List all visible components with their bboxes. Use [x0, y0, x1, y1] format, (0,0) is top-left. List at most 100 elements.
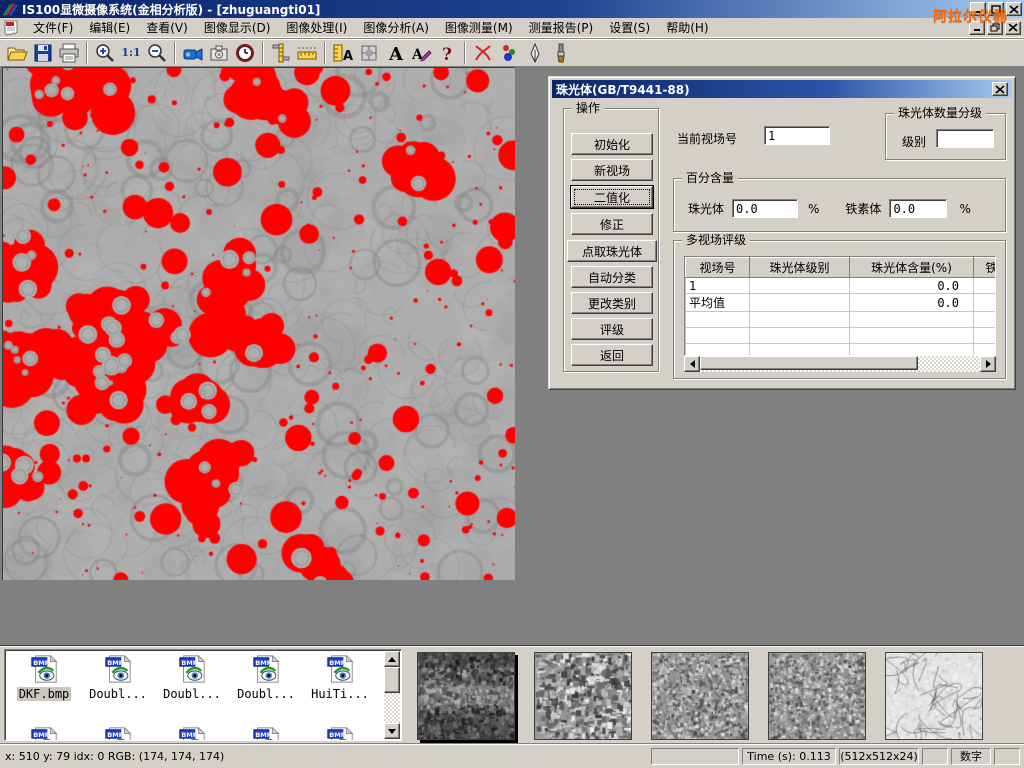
title-bar: IS100显微摄像系统(金相分析版) - [zhuguangti01] — [0, 0, 1024, 18]
correct-button[interactable]: 修正 — [571, 213, 653, 235]
file-item[interactable]: BMP Doubl... — [229, 652, 303, 724]
toolbar-separator — [464, 42, 466, 64]
print-icon[interactable] — [56, 41, 82, 65]
file-item[interactable]: BMP Doubl... — [81, 652, 155, 724]
dialog-body: 操作 初始化 新视场 二值化 修正 点取珠光体 自动分类 更改类别 评级 返回 … — [552, 99, 1012, 386]
scrollbar-thumb[interactable] — [384, 667, 400, 693]
menu-image-process[interactable]: 图像处理(I) — [278, 17, 355, 38]
file-item[interactable]: BMP DKF.bmp — [7, 652, 81, 724]
child-restore-button[interactable] — [987, 21, 1003, 35]
file-item[interactable]: BMP HuiTi... — [303, 652, 377, 724]
binarize-button[interactable]: 二值化 — [571, 186, 653, 208]
svg-text:BMP: BMP — [107, 659, 124, 667]
toolbar-separator — [86, 42, 88, 64]
minimize-button[interactable] — [970, 2, 986, 16]
grid-cross-icon[interactable] — [356, 41, 382, 65]
status-segment-empty — [651, 748, 739, 765]
app-icon — [2, 2, 18, 16]
menu-view[interactable]: 查看(V) — [138, 17, 196, 38]
pearlite-percent-input[interactable] — [732, 199, 798, 218]
clock-icon[interactable] — [232, 41, 258, 65]
actual-size-icon[interactable]: 1:1 — [118, 41, 144, 65]
menu-image-measure[interactable]: 图像测量(M) — [437, 17, 521, 38]
multifield-group: 多视场评级 视场号 珠光体级别 珠光体含量(%) 铁素体 10.0 平均值0.0 — [673, 240, 1006, 379]
scrollbar-thumb[interactable] — [700, 356, 918, 370]
help-icon[interactable]: ? — [434, 41, 460, 65]
preview-thumbnail-1[interactable] — [417, 652, 515, 740]
table-horizontal-scrollbar[interactable] — [684, 356, 996, 372]
svg-text:BMP: BMP — [33, 659, 50, 667]
ferrite-percent-input[interactable] — [889, 199, 947, 218]
brush-icon[interactable] — [548, 41, 574, 65]
grade-input[interactable] — [936, 129, 994, 148]
bmp-file-icon: BMP — [177, 654, 207, 684]
file-list-scrollbar[interactable] — [384, 651, 400, 739]
delete-cross-icon[interactable] — [470, 41, 496, 65]
preview-thumbnail-4[interactable] — [768, 652, 866, 740]
rating-table[interactable]: 视场号 珠光体级别 珠光体含量(%) 铁素体 10.0 平均值0.0 — [684, 256, 996, 356]
preview-thumbnail-2[interactable] — [534, 652, 632, 740]
pick-pearlite-button[interactable]: 点取珠光体 — [567, 240, 657, 262]
zoom-out-icon[interactable] — [144, 41, 170, 65]
classify-dots-icon[interactable] — [496, 41, 522, 65]
file-item-partial[interactable]: BMP — [7, 724, 81, 741]
table-row[interactable] — [686, 328, 997, 344]
dialog-title-bar[interactable]: 珠光体(GB/T9441-88) — [552, 80, 1012, 98]
menu-help[interactable]: 帮助(H) — [658, 17, 716, 38]
return-button[interactable]: 返回 — [571, 344, 653, 366]
init-button[interactable]: 初始化 — [571, 133, 653, 155]
document-icon[interactable] — [3, 20, 19, 36]
video-camera-icon[interactable] — [180, 41, 206, 65]
preview-thumbnail-5[interactable] — [885, 652, 983, 740]
table-row[interactable]: 10.0 — [686, 278, 997, 294]
preview-thumbnail-3[interactable] — [651, 652, 749, 740]
toolbar-separator — [174, 42, 176, 64]
menu-settings[interactable]: 设置(S) — [601, 17, 658, 38]
zoom-in-icon[interactable] — [92, 41, 118, 65]
child-close-button[interactable] — [1005, 21, 1021, 35]
maximize-button[interactable] — [988, 2, 1004, 16]
menu-image-display[interactable]: 图像显示(D) — [196, 17, 279, 38]
pen-icon[interactable] — [522, 41, 548, 65]
scroll-down-button[interactable] — [384, 723, 400, 739]
save-icon[interactable] — [30, 41, 56, 65]
file-item[interactable]: BMP Doubl... — [155, 652, 229, 724]
text-a-icon[interactable]: A — [382, 41, 408, 65]
photo-camera-icon[interactable] — [206, 41, 232, 65]
file-item-partial[interactable]: BMP — [303, 724, 377, 741]
file-name-label: HuiTi... — [309, 687, 371, 701]
child-minimize-button[interactable] — [969, 21, 985, 35]
file-item-partial[interactable]: BMP — [229, 724, 303, 741]
menu-measure-report[interactable]: 测量报告(P) — [521, 17, 602, 38]
table-row[interactable] — [686, 344, 997, 357]
col-pearlite-content: 珠光体含量(%) — [850, 258, 974, 278]
scroll-left-button[interactable] — [684, 356, 700, 372]
file-item-partial[interactable]: BMP — [81, 724, 155, 741]
multifield-group-label: 多视场评级 — [682, 233, 750, 248]
dialog-close-button[interactable] — [992, 82, 1008, 96]
scrollbar-track[interactable] — [700, 356, 980, 372]
scroll-up-button[interactable] — [384, 651, 400, 667]
close-button[interactable] — [1006, 2, 1022, 16]
open-folder-icon[interactable] — [4, 41, 30, 65]
height-gauge-icon[interactable] — [268, 41, 294, 65]
change-class-button[interactable]: 更改类别 — [571, 292, 653, 314]
table-row[interactable] — [686, 312, 997, 328]
menu-file[interactable]: 文件(F) — [25, 17, 81, 38]
rate-button[interactable]: 评级 — [571, 318, 653, 340]
grading-group: 珠光体数量分级 级别 — [885, 113, 1006, 160]
file-item-partial[interactable]: BMP — [155, 724, 229, 741]
measure-text-icon[interactable]: A — [330, 41, 356, 65]
new-field-button[interactable]: 新视场 — [571, 159, 653, 181]
menu-image-analysis[interactable]: 图像分析(A) — [355, 17, 437, 38]
ruler-icon[interactable] — [294, 41, 320, 65]
annotate-pencil-icon[interactable]: A — [408, 41, 434, 65]
svg-text:A: A — [343, 49, 353, 64]
micrograph-image[interactable] — [2, 67, 515, 580]
status-segment-empty — [994, 748, 1020, 765]
menu-edit[interactable]: 编辑(E) — [81, 17, 138, 38]
current-field-input[interactable] — [764, 126, 830, 145]
table-row[interactable]: 平均值0.0 — [686, 294, 997, 312]
scroll-right-button[interactable] — [980, 356, 996, 372]
auto-classify-button[interactable]: 自动分类 — [571, 266, 653, 288]
